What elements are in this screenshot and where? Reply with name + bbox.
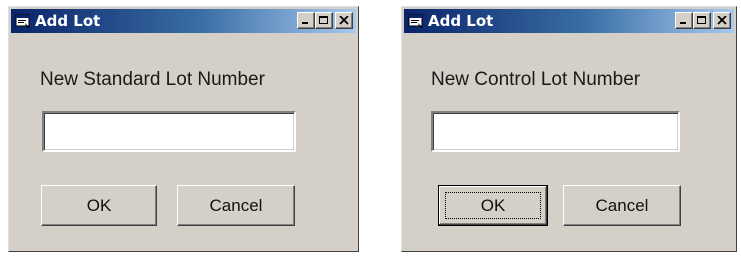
- add-lot-dialog-control: Add Lot New Control Lot Number OK Cancel: [401, 6, 737, 252]
- add-lot-dialog-standard: Add Lot New Standard Lot Number OK Cance…: [8, 6, 359, 252]
- cancel-button[interactable]: Cancel: [177, 185, 295, 226]
- minimize-icon: [302, 22, 308, 24]
- minimize-button[interactable]: [297, 12, 315, 29]
- window-title: Add Lot: [428, 12, 494, 30]
- app-window-icon: [408, 14, 423, 28]
- app-window-icon: [15, 14, 30, 28]
- maximize-button[interactable]: [315, 12, 333, 29]
- title-bar[interactable]: Add Lot: [11, 9, 356, 33]
- ok-button[interactable]: OK: [438, 185, 548, 226]
- lot-number-input[interactable]: [42, 111, 296, 152]
- close-button[interactable]: [713, 12, 731, 29]
- prompt-label: New Standard Lot Number: [40, 69, 265, 90]
- title-bar[interactable]: Add Lot: [404, 9, 734, 33]
- minimize-icon: [680, 22, 686, 24]
- maximize-icon: [319, 16, 328, 24]
- ok-button[interactable]: OK: [41, 185, 157, 226]
- maximize-icon: [697, 16, 706, 24]
- window-title: Add Lot: [35, 12, 101, 30]
- close-icon: [717, 16, 727, 25]
- cancel-button[interactable]: Cancel: [563, 185, 681, 226]
- lot-number-input[interactable]: [431, 111, 680, 152]
- maximize-button[interactable]: [693, 12, 711, 29]
- prompt-label: New Control Lot Number: [431, 69, 641, 90]
- minimize-button[interactable]: [675, 12, 693, 29]
- close-icon: [339, 16, 349, 25]
- close-button[interactable]: [335, 12, 353, 29]
- focus-ring: [445, 192, 541, 219]
